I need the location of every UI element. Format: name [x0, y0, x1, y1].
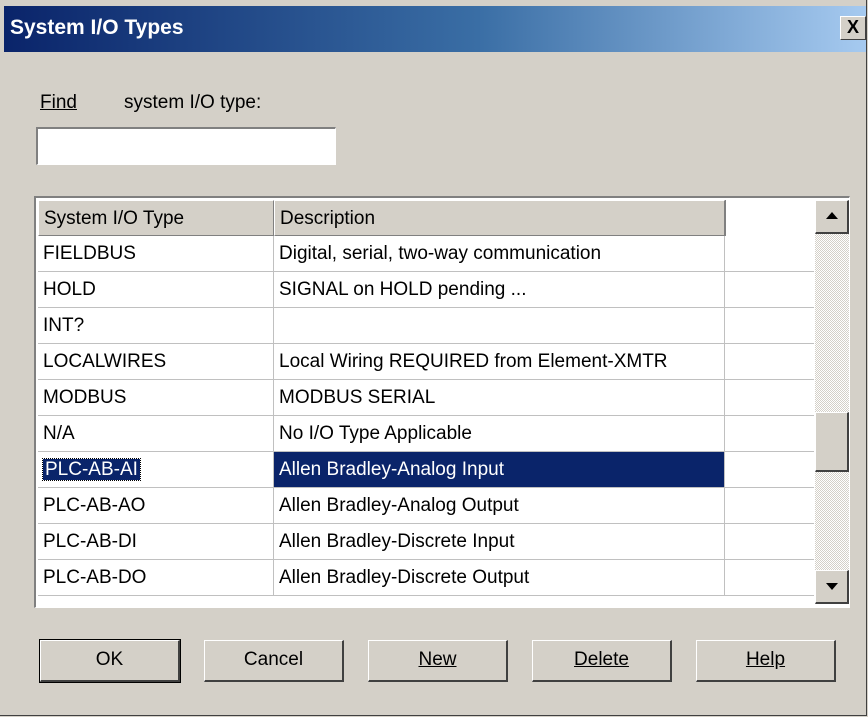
cell-io-type: PLC-AB-DO	[38, 560, 274, 595]
cancel-button[interactable]: Cancel	[204, 640, 344, 682]
cell-io-type-text: MODBUS	[43, 387, 127, 408]
cell-io-type: FIELDBUS	[38, 236, 274, 271]
cell-description: No I/O Type Applicable	[274, 416, 725, 451]
find-input[interactable]	[36, 127, 336, 165]
window-title: System I/O Types	[10, 16, 184, 39]
cell-io-type-text: PLC-AB-DO	[43, 567, 147, 588]
table-row[interactable]: PLC-AB-AI Allen Bradley-Analog Input	[38, 452, 814, 488]
cell-description: MODBUS SERIAL	[274, 380, 725, 415]
help-button[interactable]: Help	[696, 640, 836, 682]
close-button[interactable]: X	[840, 16, 866, 40]
cell-description: SIGNAL on HOLD pending ...	[274, 272, 725, 307]
cell-io-type-text: FIELDBUS	[43, 243, 136, 264]
new-button[interactable]: New	[368, 640, 508, 682]
scroll-thumb[interactable]	[815, 412, 849, 472]
dialog-window: System I/O Types X Find system I/O type:…	[0, 0, 867, 716]
cell-io-type: HOLD	[38, 272, 274, 307]
table-row[interactable]: N/A No I/O Type Applicable	[38, 416, 814, 452]
column-header-type[interactable]: System I/O Type	[38, 200, 274, 236]
cell-description: Allen Bradley-Analog Input	[274, 452, 725, 487]
table-row[interactable]: MODBUS MODBUS SERIAL	[38, 380, 814, 416]
delete-button-label: Delete	[574, 649, 629, 670]
cell-io-type: N/A	[38, 416, 274, 451]
find-label: Find	[40, 92, 77, 114]
arrow-up-icon	[826, 212, 838, 219]
cell-io-type: PLC-AB-DI	[38, 524, 274, 559]
new-button-label: New	[418, 649, 457, 670]
table-row[interactable]: FIELDBUS Digital, serial, two-way communi…	[38, 236, 814, 272]
ok-button[interactable]: OK	[39, 639, 181, 683]
cell-description	[274, 308, 725, 343]
cell-description: Local Wiring REQUIRED from Element-XMTR	[274, 344, 725, 379]
cell-io-type: INT?	[38, 308, 274, 343]
cell-io-type-text: HOLD	[43, 279, 96, 300]
cell-io-type: PLC-AB-AI	[38, 452, 274, 487]
title-bar[interactable]: System I/O Types X	[4, 6, 866, 52]
cell-io-type-text: PLC-AB-AO	[43, 495, 146, 516]
io-type-list[interactable]: System I/O Type Description FIELDBUS Digi…	[34, 196, 850, 608]
arrow-down-icon	[826, 583, 838, 590]
table-row[interactable]: PLC-AB-AO Allen Bradley-Analog Output	[38, 488, 814, 524]
cell-io-type-text: PLC-AB-DI	[43, 531, 137, 552]
scroll-down-button[interactable]	[815, 570, 849, 604]
column-header-description[interactable]: Description	[274, 200, 725, 236]
cell-io-type-text: N/A	[43, 423, 75, 444]
help-button-label: Help	[745, 649, 786, 670]
vertical-scrollbar[interactable]	[815, 200, 849, 604]
table-row[interactable]: HOLD SIGNAL on HOLD pending ...	[38, 272, 814, 308]
table-row[interactable]: INT?	[38, 308, 814, 344]
delete-button[interactable]: Delete	[532, 640, 672, 682]
table-row[interactable]: PLC-AB-DI Allen Bradley-Discrete Input	[38, 524, 814, 560]
cell-description: Allen Bradley-Analog Output	[274, 488, 725, 523]
column-header-filler	[725, 200, 814, 236]
table-row[interactable]: LOCALWIRES Local Wiring REQUIRED from Ele…	[38, 344, 814, 380]
list-viewport: System I/O Type Description FIELDBUS Digi…	[38, 200, 814, 604]
cell-io-type: LOCALWIRES	[38, 344, 274, 379]
cell-description: Digital, serial, two-way communication	[274, 236, 725, 271]
scroll-up-button[interactable]	[815, 200, 849, 234]
cell-io-type: MODBUS	[38, 380, 274, 415]
find-hint: system I/O type:	[124, 92, 262, 113]
cell-io-type-text: INT?	[43, 315, 85, 336]
table-row[interactable]: PLC-AB-DO Allen Bradley-Discrete Output	[38, 560, 814, 596]
find-label-text: Find	[40, 92, 77, 113]
cell-io-type-text: LOCALWIRES	[43, 351, 167, 372]
cell-description: Allen Bradley-Discrete Input	[274, 524, 725, 559]
close-icon: X	[846, 17, 859, 37]
cell-io-type: PLC-AB-AO	[38, 488, 274, 523]
cell-io-type-text: PLC-AB-AI	[42, 458, 141, 481]
cell-description: Allen Bradley-Discrete Output	[274, 560, 725, 595]
